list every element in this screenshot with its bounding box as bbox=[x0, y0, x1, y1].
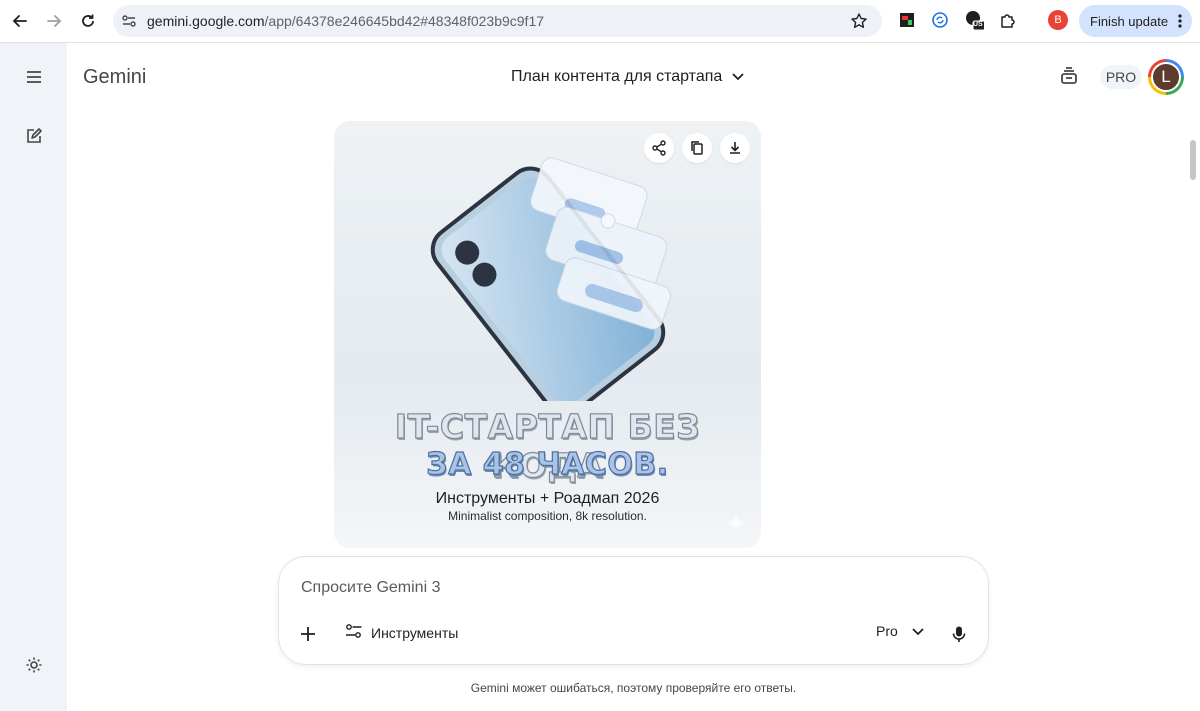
new-chat-icon[interactable] bbox=[20, 122, 48, 150]
menu-icon[interactable] bbox=[20, 63, 48, 91]
tools-button[interactable]: Инструменты bbox=[345, 623, 458, 642]
browser-toolbar: gemini.google.com/app/64378e246645bd42#4… bbox=[0, 0, 1200, 43]
extension-icon-sync[interactable] bbox=[929, 9, 951, 31]
url-domain: gemini.google.com bbox=[147, 13, 265, 29]
image-headline-line2: ЗА 48 ЧАСОВ. bbox=[426, 446, 669, 482]
settings-gear-icon[interactable] bbox=[20, 651, 48, 679]
extension-badge: US bbox=[973, 21, 983, 28]
profile-initial: B bbox=[1048, 10, 1068, 30]
url-text: gemini.google.com/app/64378e246645bd42#4… bbox=[147, 13, 544, 29]
image-caption: Minimalist composition, 8k resolution. bbox=[448, 509, 647, 523]
chevron-down-icon bbox=[732, 68, 744, 86]
url-path: /app/64378e246645bd42#48348f023b9c9f17 bbox=[264, 13, 545, 29]
pro-badge[interactable]: PRO bbox=[1100, 65, 1142, 89]
extension-icon-screen[interactable] bbox=[896, 9, 918, 31]
prompt-input[interactable]: Спросите Gemini 3 bbox=[301, 579, 440, 597]
tools-icon bbox=[345, 623, 363, 642]
avatar-initial: L bbox=[1151, 62, 1181, 92]
temporary-chat-icon[interactable] bbox=[1059, 66, 1081, 88]
image-subtitle: Инструменты + Роадмап 2026 bbox=[435, 490, 660, 507]
conversation-title: План контента для стартапа bbox=[511, 68, 723, 85]
tools-label: Инструменты bbox=[371, 624, 459, 641]
address-bar[interactable]: gemini.google.com/app/64378e246645bd42#4… bbox=[113, 5, 882, 37]
finish-update-label: Finish update bbox=[1090, 13, 1169, 29]
back-icon[interactable] bbox=[7, 8, 33, 34]
reload-icon[interactable] bbox=[75, 8, 101, 34]
download-icon[interactable] bbox=[720, 133, 750, 163]
copy-icon[interactable] bbox=[682, 133, 712, 163]
prompt-composer[interactable]: Спросите Gemini 3 Инструменты Pro bbox=[278, 556, 989, 665]
model-label: Pro bbox=[876, 623, 898, 639]
phone-illustration bbox=[430, 157, 672, 401]
conversation-title-dropdown[interactable]: План контента для стартапа bbox=[511, 68, 744, 86]
share-icon[interactable] bbox=[644, 133, 674, 163]
app-title[interactable]: Gemini bbox=[83, 66, 146, 89]
site-settings-icon[interactable] bbox=[121, 13, 137, 34]
bookmark-star-icon[interactable] bbox=[850, 12, 868, 35]
sparkle-watermark-icon bbox=[726, 513, 746, 538]
more-vert-icon[interactable] bbox=[1178, 13, 1182, 32]
sidebar bbox=[0, 43, 67, 711]
scrollbar[interactable] bbox=[1190, 140, 1196, 180]
finish-update-button[interactable]: Finish update bbox=[1079, 5, 1192, 37]
add-attachment-icon[interactable] bbox=[299, 625, 319, 645]
model-chevron-down-icon bbox=[912, 623, 924, 639]
generated-image[interactable]: IT-СТАРТАП БЕЗ КОДА ЗА 48 ЧАСОВ. Инструм… bbox=[334, 121, 761, 548]
extensions-puzzle-icon[interactable] bbox=[997, 9, 1019, 31]
profile-avatar[interactable]: B bbox=[1047, 9, 1069, 31]
account-avatar[interactable]: L bbox=[1148, 59, 1184, 95]
disclaimer-text: Gemini может ошибаться, поэтому проверяй… bbox=[470, 681, 797, 695]
model-selector[interactable]: Pro bbox=[876, 623, 924, 639]
forward-icon[interactable] bbox=[41, 8, 67, 34]
extension-icon-vpn[interactable]: US bbox=[963, 9, 985, 31]
microphone-icon[interactable] bbox=[950, 625, 970, 645]
